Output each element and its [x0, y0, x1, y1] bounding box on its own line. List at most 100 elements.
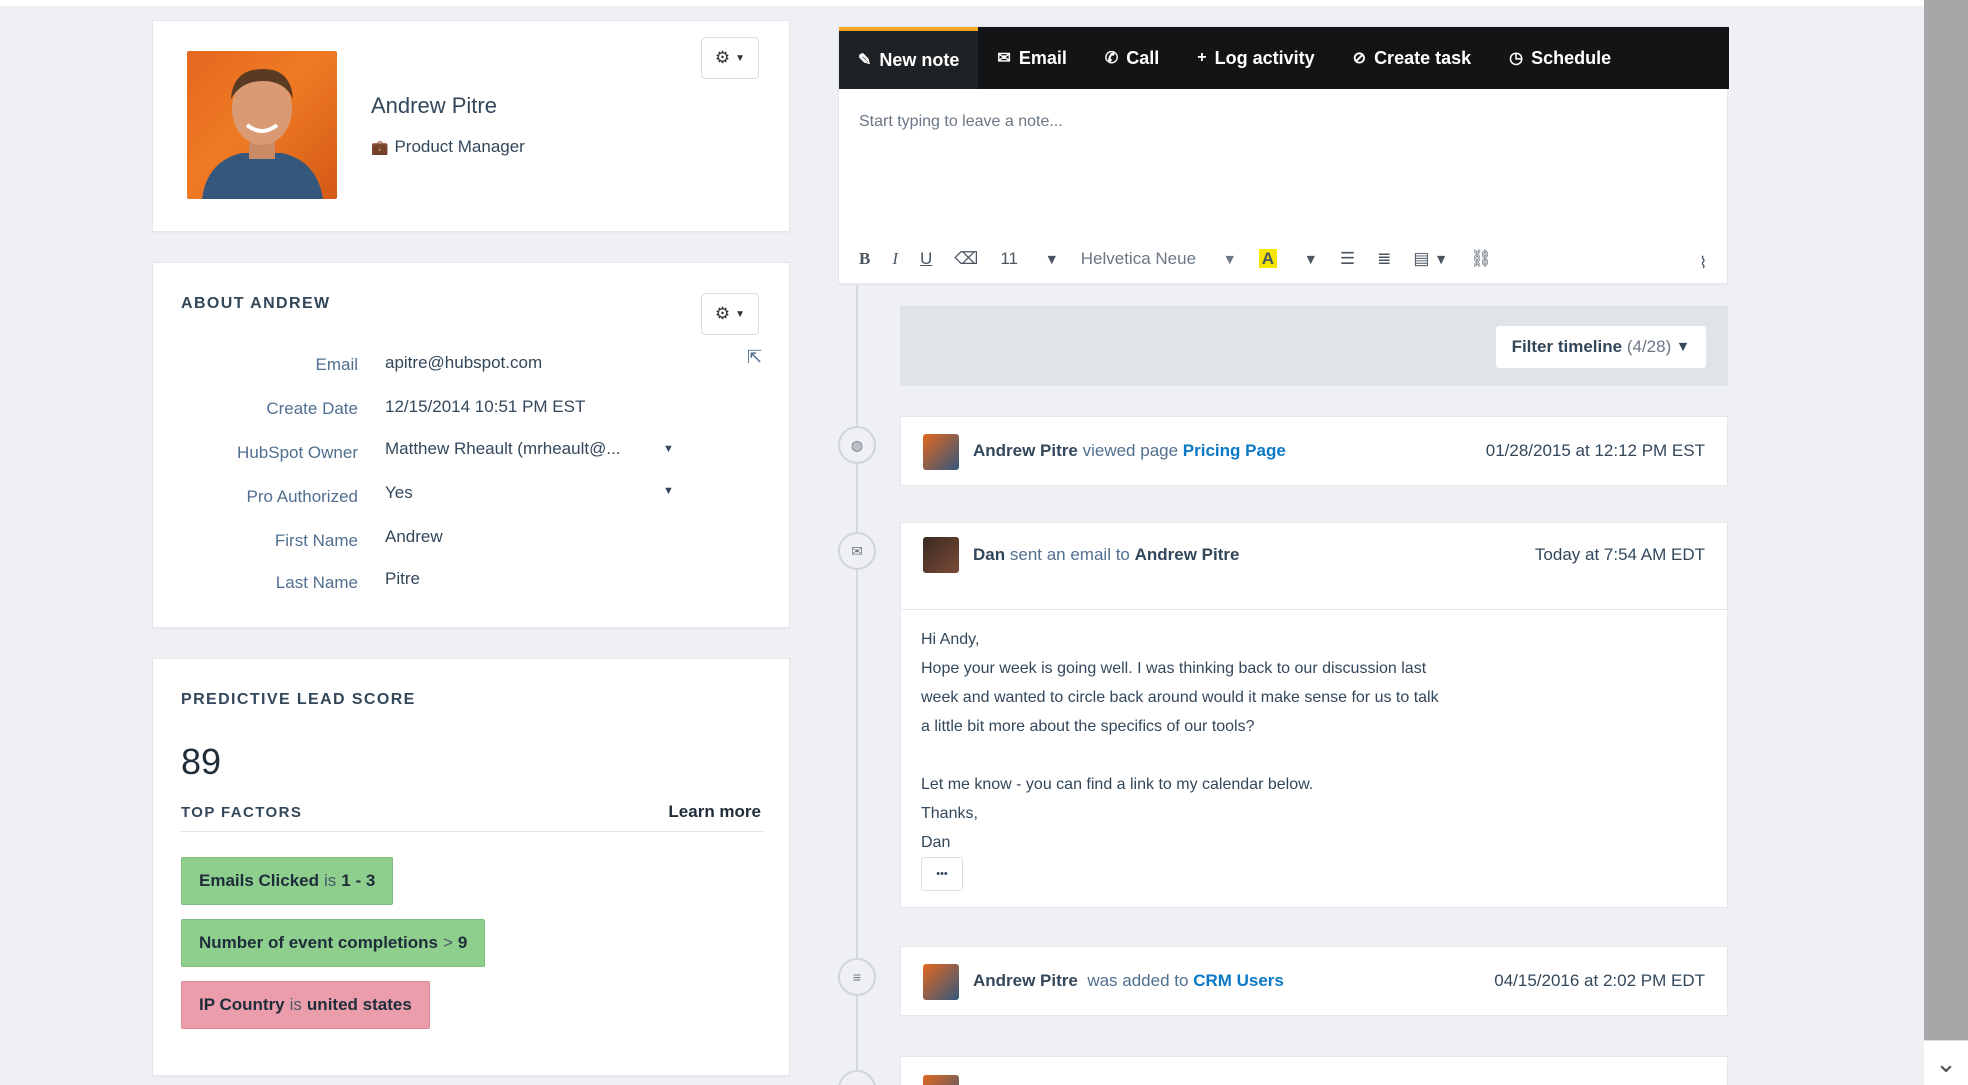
top-strip	[0, 0, 1924, 6]
link-icon[interactable]: ⛓	[1470, 249, 1492, 269]
event-text: Dan sent an email to Andrew Pitre	[973, 545, 1239, 565]
avatar	[923, 964, 959, 1000]
tab-new-note[interactable]: ✎ New note	[839, 27, 979, 89]
envelope-icon: ✉	[838, 532, 876, 570]
factor-event-completions: Number of event completions > 9	[181, 919, 486, 967]
field-label-owner: HubSpot Owner	[237, 443, 358, 462]
align-icon[interactable]: ▤ ▼	[1413, 249, 1448, 269]
italic-icon[interactable]: I	[892, 249, 898, 269]
factor-operator: >	[442, 933, 453, 952]
underline-icon[interactable]: U	[920, 249, 932, 269]
event-action: viewed page	[1082, 441, 1179, 460]
about-title: ABOUT ANDREW	[181, 295, 331, 312]
divider	[901, 609, 1727, 610]
plus-icon: +	[1197, 49, 1207, 66]
factor-field: IP Country	[199, 995, 285, 1014]
factor-emails-clicked: Emails Clicked is 1 - 3	[181, 857, 394, 905]
tab-email[interactable]: ✉ Email	[978, 27, 1085, 89]
bullet-list-icon[interactable]: ☰	[1340, 249, 1355, 269]
field-value-last-name[interactable]: Pitre	[385, 569, 420, 589]
formatting-toolbar: B I U ⌫ 11 ▼ Helvetica Neue ▼ A ▼ ☰ ≣ ▤ …	[859, 249, 1514, 269]
scroll-down-chevron-icon[interactable]: ⌄	[1924, 1040, 1968, 1085]
event-target: Andrew Pitre	[1134, 545, 1240, 564]
timeline-event-partial[interactable]	[900, 1056, 1728, 1085]
event-time: 04/15/2016 at 2:02 PM EDT	[1494, 971, 1705, 990]
event-actor: Dan	[973, 545, 1006, 564]
event-target-link[interactable]: CRM Users	[1193, 971, 1284, 990]
profile-settings-button[interactable]: ⚙ ▼	[701, 37, 759, 79]
caret-down-icon: ▼	[1675, 339, 1690, 355]
filter-timeline-button[interactable]: Filter timeline (4/28) ▼	[1495, 326, 1706, 368]
caret-down-icon: ▼	[735, 308, 746, 320]
field-label-pro-authorized: Pro Authorized	[246, 487, 358, 506]
tab-call[interactable]: ✆ Call	[1086, 27, 1178, 89]
lead-score-value: 89	[181, 741, 222, 782]
highlight-color-icon[interactable]: A ▼	[1258, 249, 1318, 269]
tab-log-activity[interactable]: + Log activity	[1178, 27, 1333, 89]
email-line: Thanks,	[921, 805, 978, 822]
expand-email-button[interactable]: •••	[921, 857, 963, 891]
tab-create-task[interactable]: ⊘ Create task	[1334, 27, 1490, 89]
external-link-icon[interactable]: ⇱	[747, 347, 762, 368]
tab-label: Email	[1018, 47, 1067, 68]
email-line: Hi Andy,	[921, 631, 980, 648]
field-value-first-name[interactable]: Andrew	[385, 527, 443, 547]
tab-label: Create task	[1374, 47, 1472, 68]
event-action: was added to	[1087, 971, 1189, 990]
about-settings-button[interactable]: ⚙ ▼	[701, 293, 759, 335]
factor-value: united states	[306, 995, 412, 1014]
owner-dropdown-caret-icon[interactable]: ▼	[663, 443, 674, 455]
tab-label: Call	[1126, 47, 1160, 68]
font-size-select[interactable]: 11 ▼	[1000, 249, 1058, 269]
field-value-owner[interactable]: Matthew Rheault (mrheault@...	[385, 439, 621, 459]
timeline-event-page-view[interactable]: Andrew Pitre viewed page Pricing Page 01…	[900, 416, 1728, 486]
clock-icon: ◷	[1509, 50, 1524, 67]
composer-tabs: ✎ New note ✉ Email ✆ Call + Log activity ⊘ Cr…	[839, 27, 1729, 89]
email-line: Let me know - you can find a link to my …	[921, 776, 1314, 793]
email-line: Hope your week is going well. I was thin…	[921, 660, 1427, 677]
job-title-text: Product Manager	[394, 137, 525, 156]
factor-value: 1 - 3	[341, 871, 376, 890]
tab-label: Schedule	[1531, 47, 1612, 68]
font-family-select[interactable]: Helvetica Neue ▼	[1081, 249, 1237, 269]
learn-more-link[interactable]: Learn more	[668, 802, 761, 822]
timeline-event-list-added[interactable]: Andrew Pitre was added to CRM Users 04/1…	[900, 946, 1728, 1016]
profile-card: Andrew Pitre 💼 Product Manager ⚙ ▼	[152, 20, 790, 232]
numbered-list-icon[interactable]: ≣	[1377, 249, 1391, 269]
event-actor: Andrew Pitre	[973, 971, 1078, 990]
event-actor: Andrew Pitre	[973, 441, 1078, 460]
list-icon: ≡	[838, 958, 876, 996]
avatar	[187, 51, 337, 199]
factor-ip-country: IP Country is united states	[181, 981, 430, 1029]
factor-operator: is	[289, 995, 302, 1014]
bold-icon[interactable]: B	[859, 249, 870, 269]
divider	[181, 831, 763, 832]
tab-label: Log activity	[1214, 47, 1315, 68]
contact-name: Andrew Pitre	[371, 93, 497, 118]
factor-field: Number of event completions	[199, 933, 438, 952]
pro-authorized-dropdown-caret-icon[interactable]: ▼	[663, 485, 674, 497]
event-target-link[interactable]: Pricing Page	[1183, 441, 1286, 460]
attachment-icon[interactable]: ⌇	[1699, 253, 1707, 273]
eraser-icon[interactable]: ⌫	[954, 249, 978, 269]
envelope-icon: ✉	[997, 50, 1011, 67]
email-line: Dan	[921, 834, 951, 851]
field-value-pro-authorized[interactable]: Yes	[385, 483, 413, 503]
tab-label: New note	[879, 49, 960, 70]
filter-bar: Filter timeline (4/28) ▼	[900, 306, 1728, 386]
email-body: Hi Andy, Hope your week is going well. I…	[921, 625, 1439, 857]
note-input[interactable]: Start typing to leave a note...	[859, 113, 1709, 233]
event-action: sent an email to	[1009, 545, 1130, 564]
field-label-email: Email	[315, 355, 358, 374]
factor-value: 9	[457, 933, 468, 952]
scrollbar-track[interactable]	[1924, 0, 1968, 1085]
field-value-create-date[interactable]: 12/15/2014 10:51 PM EST	[385, 397, 585, 417]
font-size-value: 11	[1000, 249, 1018, 268]
avatar	[923, 434, 959, 470]
tab-schedule[interactable]: ◷ Schedule	[1490, 27, 1630, 89]
lead-score-title: PREDICTIVE LEAD SCORE	[181, 691, 416, 708]
about-card: ABOUT ANDREW ⚙ ▼ ⇱ Email apitre@hubspot.c…	[152, 262, 790, 628]
field-value-email[interactable]: apitre@hubspot.com	[385, 353, 542, 373]
edit-icon: ✎	[858, 52, 872, 69]
timeline-event-email[interactable]: Dan sent an email to Andrew Pitre Today …	[900, 522, 1728, 908]
